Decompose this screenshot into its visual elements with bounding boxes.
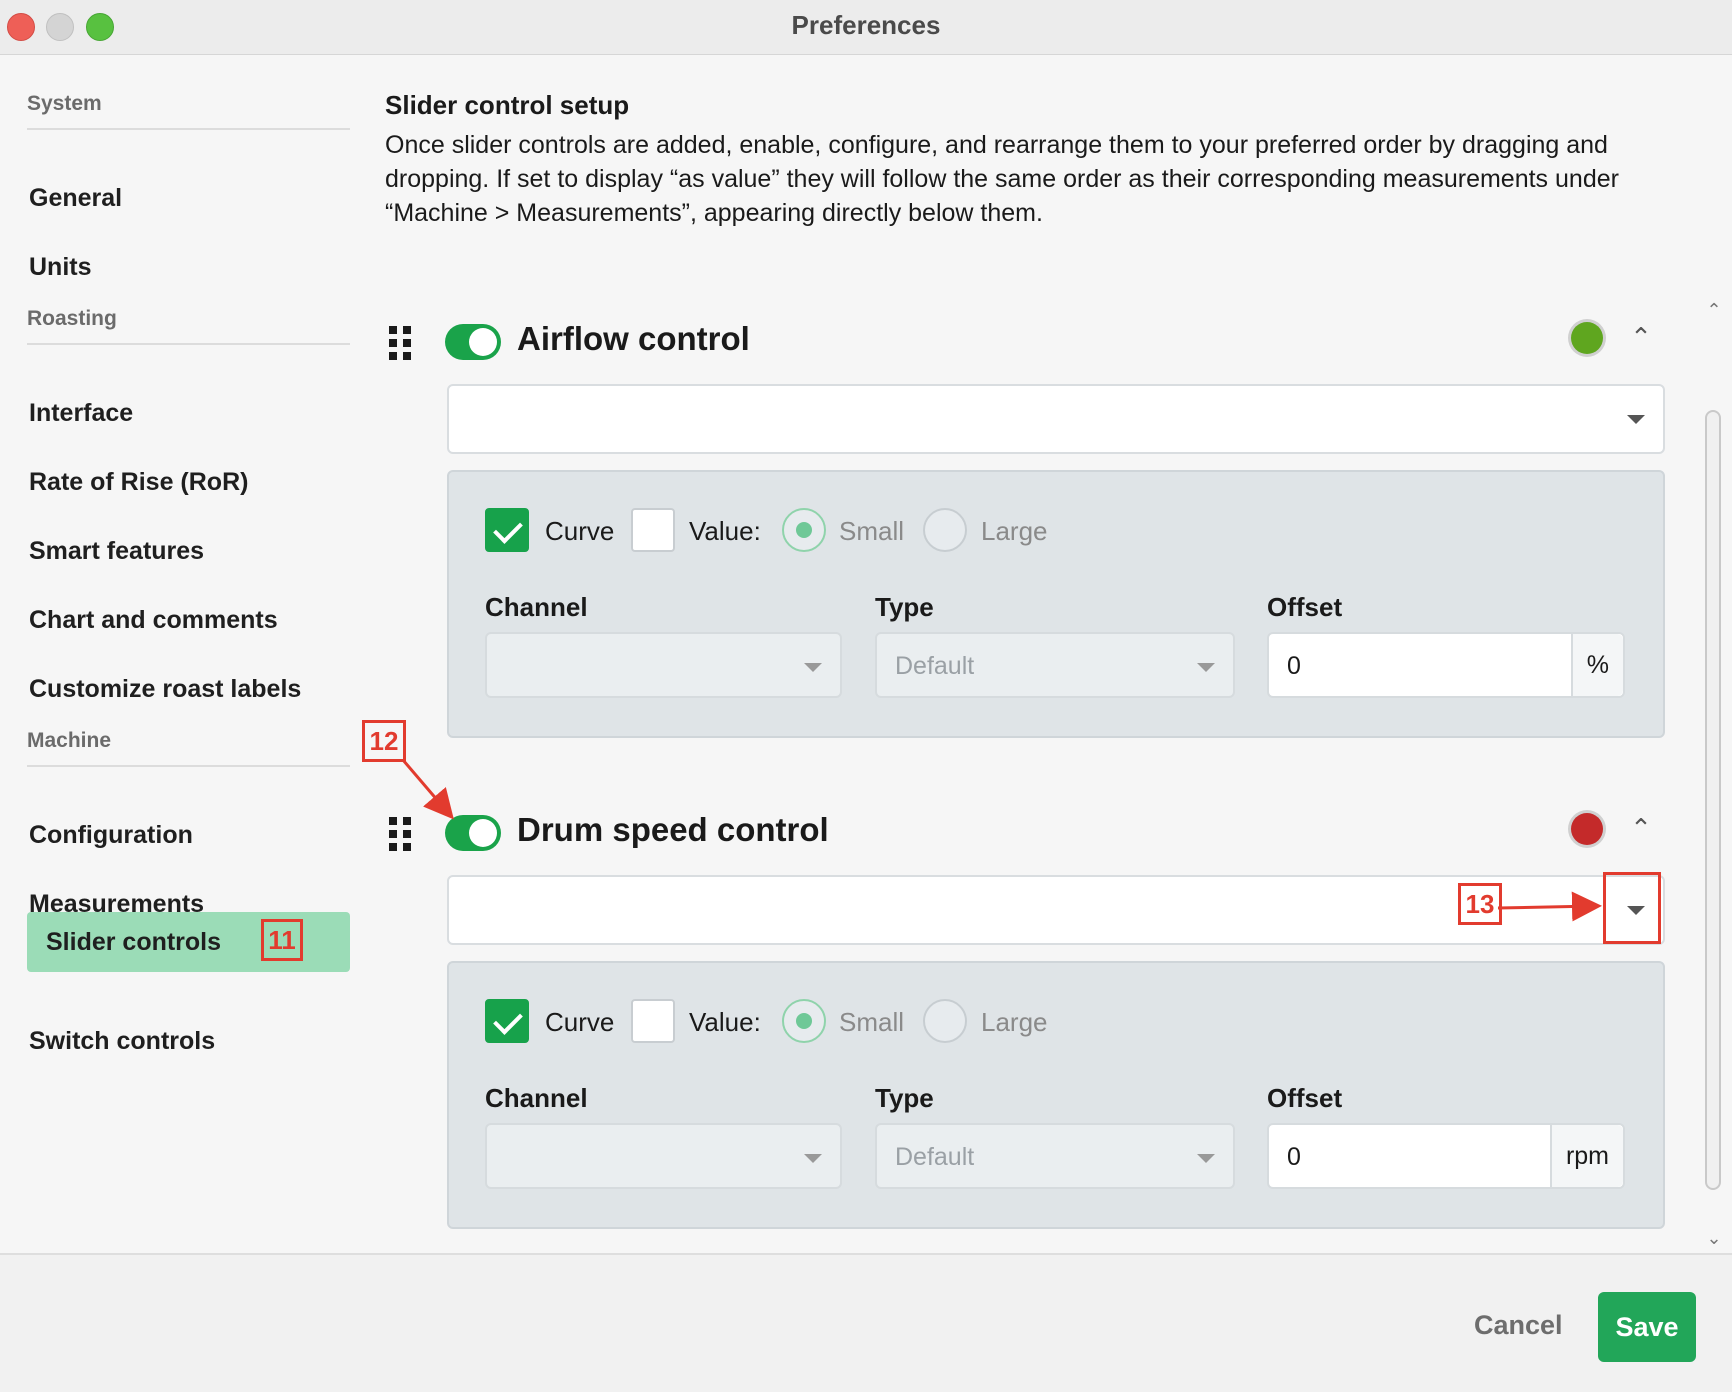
- chevron-down-icon: [1197, 1154, 1215, 1163]
- sidebar-item-chart-and-comments[interactable]: Chart and comments: [27, 590, 352, 650]
- sidebar-item-units[interactable]: Units: [27, 237, 352, 297]
- slider-control-name: Drum speed control: [517, 811, 829, 848]
- annotation-11: 11: [261, 919, 303, 961]
- type-select[interactable]: Default: [875, 632, 1235, 698]
- window-title: Preferences: [791, 10, 941, 40]
- slider-control-header-airflow: Airflow control ⌃: [385, 312, 1665, 372]
- size-large-label: Large: [981, 1007, 1048, 1037]
- title-bar: Preferences: [0, 0, 1732, 55]
- type-select[interactable]: Default: [875, 1123, 1235, 1189]
- slider-control-header-drum-speed: Drum speed control ⌃: [385, 803, 1665, 863]
- sidebar-item-rate-of-rise[interactable]: Rate of Rise (RoR): [27, 452, 352, 512]
- channel-label: Channel: [485, 592, 588, 622]
- channel-select[interactable]: [485, 632, 842, 698]
- offset-unit: %: [1570, 634, 1623, 696]
- scroll-down-icon[interactable]: ⌄: [1703, 1228, 1725, 1248]
- offset-input[interactable]: 0 rpm: [1267, 1123, 1625, 1189]
- sidebar-heading-roasting: Roasting: [27, 307, 350, 345]
- size-small-radio[interactable]: [782, 508, 826, 552]
- curve-label: Curve: [545, 1007, 615, 1037]
- annotation-12: 12: [362, 720, 406, 762]
- drum-speed-enable-toggle[interactable]: [445, 815, 501, 851]
- offset-unit: rpm: [1549, 1125, 1623, 1187]
- channel-label: Channel: [485, 1083, 588, 1113]
- drum-speed-config-panel: Curve Value: Small Large Channel Type Of…: [447, 961, 1665, 1229]
- page-title: Slider control setup: [385, 90, 630, 120]
- offset-value: 0: [1287, 652, 1301, 680]
- chevron-down-icon[interactable]: [1627, 415, 1645, 424]
- chevron-down-icon: [804, 663, 822, 672]
- chevron-down-icon: [1197, 663, 1215, 672]
- curve-checkbox[interactable]: [485, 508, 529, 552]
- cancel-button[interactable]: Cancel: [1468, 1305, 1568, 1345]
- value-label: Value:: [689, 1007, 761, 1037]
- sidebar-heading-machine: Machine: [27, 729, 350, 767]
- scrollbar-thumb[interactable]: [1705, 410, 1721, 1190]
- sidebar: System General Units Roasting Interface …: [0, 56, 360, 1251]
- value-checkbox[interactable]: [631, 508, 675, 552]
- sidebar-item-configuration[interactable]: Configuration: [27, 805, 352, 865]
- value-label: Value:: [689, 516, 761, 546]
- page-description: Once slider controls are added, enable, …: [385, 131, 1619, 227]
- status-indicator-icon: [1571, 322, 1603, 354]
- offset-value: 0: [1287, 1143, 1301, 1171]
- dialog-footer: Cancel Save: [0, 1253, 1732, 1392]
- sidebar-item-switch-controls[interactable]: Switch controls: [27, 1011, 352, 1071]
- curve-label: Curve: [545, 516, 615, 546]
- drag-handle-icon[interactable]: [389, 326, 411, 360]
- offset-label: Offset: [1267, 1083, 1343, 1113]
- collapse-chevron-icon[interactable]: ⌃: [1628, 815, 1654, 841]
- curve-checkbox[interactable]: [485, 999, 529, 1043]
- channel-select[interactable]: [485, 1123, 842, 1189]
- size-large-radio[interactable]: [923, 999, 967, 1043]
- sidebar-item-general[interactable]: General: [27, 168, 352, 228]
- offset-label: Offset: [1267, 592, 1343, 622]
- scroll-up-icon[interactable]: ⌃: [1703, 300, 1725, 320]
- type-label: Type: [875, 1083, 934, 1113]
- airflow-source-select[interactable]: [447, 384, 1665, 454]
- size-small-label: Small: [839, 516, 905, 546]
- airflow-enable-toggle[interactable]: [445, 324, 501, 360]
- offset-input[interactable]: 0 %: [1267, 632, 1625, 698]
- type-value: Default: [895, 1143, 975, 1171]
- sidebar-item-customize-roast-labels[interactable]: Customize roast labels: [27, 659, 352, 719]
- annotation-13: 13: [1458, 883, 1502, 925]
- annotation-13-highlight-box: [1603, 872, 1661, 944]
- type-value: Default: [895, 652, 975, 680]
- drag-handle-icon[interactable]: [389, 817, 411, 851]
- size-small-radio[interactable]: [782, 999, 826, 1043]
- size-large-radio[interactable]: [923, 508, 967, 552]
- size-large-label: Large: [981, 516, 1048, 546]
- slider-control-name: Airflow control: [517, 320, 750, 357]
- sidebar-heading-system: System: [27, 92, 350, 130]
- sidebar-item-smart-features[interactable]: Smart features: [27, 521, 352, 581]
- save-button[interactable]: Save: [1598, 1292, 1696, 1362]
- chevron-down-icon: [804, 1154, 822, 1163]
- airflow-config-panel: Curve Value: Small Large Channel Type Of…: [447, 470, 1665, 738]
- collapse-chevron-icon[interactable]: ⌃: [1628, 324, 1654, 350]
- status-indicator-icon: [1571, 813, 1603, 845]
- size-small-label: Small: [839, 1007, 905, 1037]
- sidebar-item-interface[interactable]: Interface: [27, 383, 352, 443]
- value-checkbox[interactable]: [631, 999, 675, 1043]
- type-label: Type: [875, 592, 934, 622]
